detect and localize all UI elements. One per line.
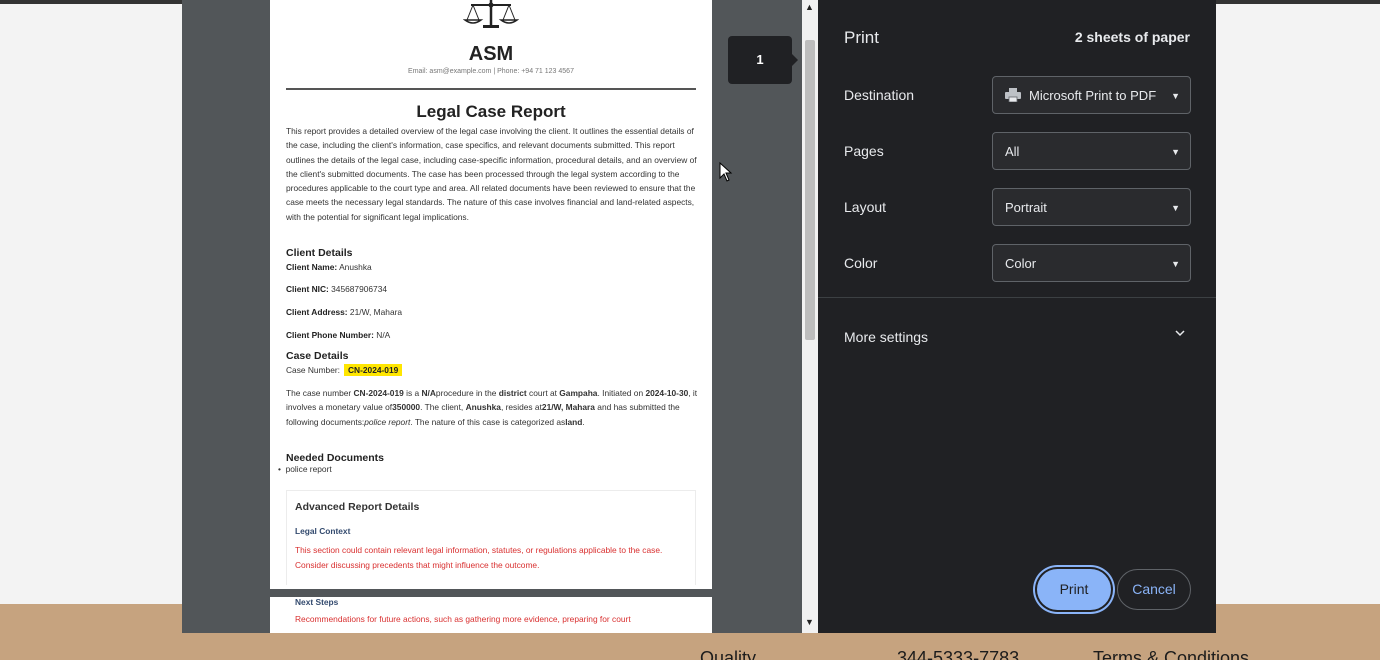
preview-page-1: ASM Email: asm@example.com | Phone: +94 … <box>270 0 712 589</box>
color-select[interactable]: Color ▼ <box>992 244 1191 282</box>
dropdown-arrow-icon: ▼ <box>1171 91 1180 101</box>
scrollbar-thumb[interactable] <box>805 40 815 340</box>
cancel-button[interactable]: Cancel <box>1117 569 1191 610</box>
print-settings-panel: Print 2 sheets of paper Destination Micr… <box>818 0 1216 633</box>
needed-documents-heading: Needed Documents <box>286 452 385 464</box>
dropdown-arrow-icon: ▼ <box>1171 259 1180 269</box>
client-nic-row: Client NIC: 345687906734 <box>286 284 388 294</box>
client-details-heading: Client Details <box>286 247 353 259</box>
footer-quality: Quality <box>700 648 757 660</box>
mouse-cursor-icon <box>719 162 733 182</box>
case-number-highlight: CN-2024-019 <box>344 364 403 376</box>
case-details-heading: Case Details <box>286 350 349 362</box>
print-title: Print <box>844 28 879 47</box>
destination-select[interactable]: Microsoft Print to PDF ▼ <box>992 76 1191 114</box>
scroll-down-arrow-icon[interactable]: ▼ <box>805 617 814 627</box>
dropdown-arrow-icon: ▼ <box>1171 203 1180 213</box>
needed-document-item: • police report <box>278 464 332 474</box>
footer-terms: Terms & Conditions <box>1093 648 1250 660</box>
case-number-row: Case Number: CN-2024-019 <box>286 364 403 376</box>
client-address-row: Client Address: 21/W, Mahara <box>286 307 403 317</box>
dropdown-arrow-icon: ▼ <box>1171 147 1180 157</box>
more-settings-toggle[interactable]: More settings <box>844 329 928 345</box>
brand-name: ASM <box>468 43 514 65</box>
legal-context-heading: Legal Context <box>295 526 351 536</box>
legal-context-text: This section could contain relevant lega… <box>295 545 663 570</box>
sheet-count: 2 sheets of paper <box>1074 29 1190 45</box>
footer-phone: 344-5333-7783 <box>897 648 1020 660</box>
next-steps-heading: Next Steps <box>295 597 339 607</box>
case-summary-paragraph: The case number CN-2024-019 is a N/Aproc… <box>286 388 698 427</box>
page-indicator-pointer <box>792 54 798 66</box>
chevron-down-icon[interactable] <box>1174 327 1186 339</box>
contact-line: Email: asm@example.com | Phone: +94 71 1… <box>408 68 574 75</box>
header-divider <box>286 88 696 90</box>
report-title: Legal Case Report <box>416 102 566 121</box>
scales-of-justice-icon <box>463 0 519 28</box>
pages-label: Pages <box>844 143 884 159</box>
settings-divider <box>818 297 1216 298</box>
scroll-up-arrow-icon[interactable]: ▲ <box>805 2 814 12</box>
layout-label: Layout <box>844 199 887 215</box>
next-steps-text: Recommendations for future actions, such… <box>295 614 631 624</box>
layout-select[interactable]: Portrait ▼ <box>992 188 1191 226</box>
client-name-row: Client Name: Anushka <box>286 262 372 272</box>
color-label: Color <box>844 255 878 271</box>
preview-page-2: Next Steps Recommendations for future ac… <box>270 597 712 633</box>
client-phone-row: Client Phone Number: N/A <box>286 330 391 340</box>
printer-icon <box>1005 88 1021 103</box>
pages-select[interactable]: All ▼ <box>992 132 1191 170</box>
destination-label: Destination <box>844 87 915 103</box>
intro-paragraph: This report provides a detailed overview… <box>286 126 697 222</box>
advanced-details-heading: Advanced Report Details <box>295 501 420 513</box>
print-preview: ASM Email: asm@example.com | Phone: +94 … <box>182 0 818 633</box>
print-button[interactable]: Print <box>1037 569 1111 610</box>
page-number-indicator[interactable]: 1 <box>728 36 792 84</box>
print-dialog: ASM Email: asm@example.com | Phone: +94 … <box>182 0 1216 633</box>
